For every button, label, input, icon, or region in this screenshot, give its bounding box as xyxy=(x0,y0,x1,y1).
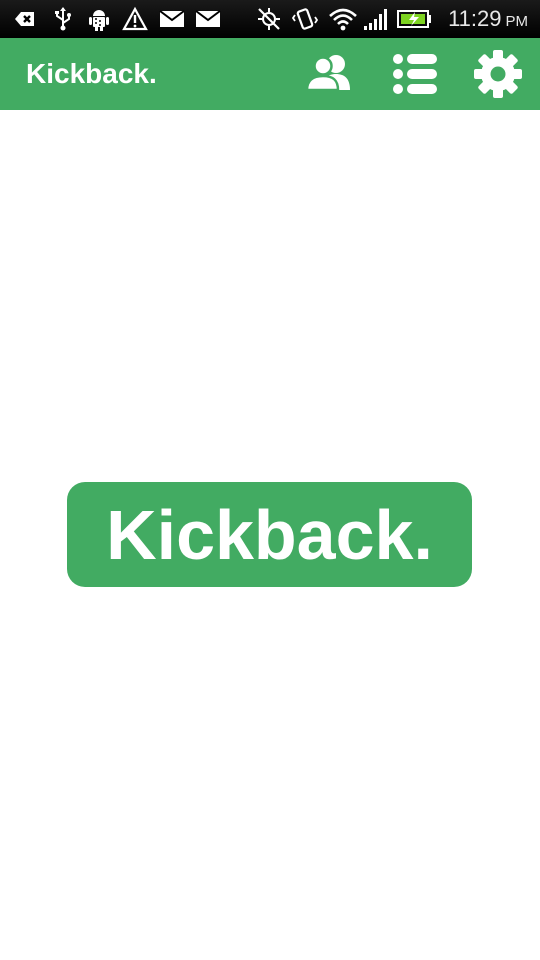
kickback-logo: Kickback. xyxy=(67,482,472,587)
warning-icon xyxy=(122,6,148,32)
vibrate-icon xyxy=(292,6,318,32)
clock-time-value: 11:29 xyxy=(448,6,502,31)
people-button[interactable] xyxy=(304,50,356,98)
app-bar: Kickback. xyxy=(0,38,540,110)
wifi-icon xyxy=(328,6,358,32)
list-icon xyxy=(393,54,437,94)
people-icon xyxy=(305,55,350,92)
logo-text: Kickback. xyxy=(106,495,433,574)
list-button[interactable] xyxy=(389,50,441,98)
back-notification-icon xyxy=(12,6,38,32)
android-debug-icon xyxy=(86,6,112,32)
gps-off-icon xyxy=(256,6,282,32)
mail-icon xyxy=(158,6,186,32)
clock-time: 11:29 PM xyxy=(448,7,528,34)
usb-icon xyxy=(50,6,76,32)
settings-gear-icon xyxy=(474,50,522,98)
app-title: Kickback. xyxy=(26,58,157,89)
battery-charging-icon xyxy=(397,6,433,32)
main-content: Kickback. xyxy=(0,110,540,960)
status-bar: 11:29 PM xyxy=(0,0,540,38)
settings-button[interactable] xyxy=(472,50,524,98)
clock-ampm: PM xyxy=(505,13,529,30)
signal-icon xyxy=(362,6,392,32)
mail-icon xyxy=(194,6,222,32)
